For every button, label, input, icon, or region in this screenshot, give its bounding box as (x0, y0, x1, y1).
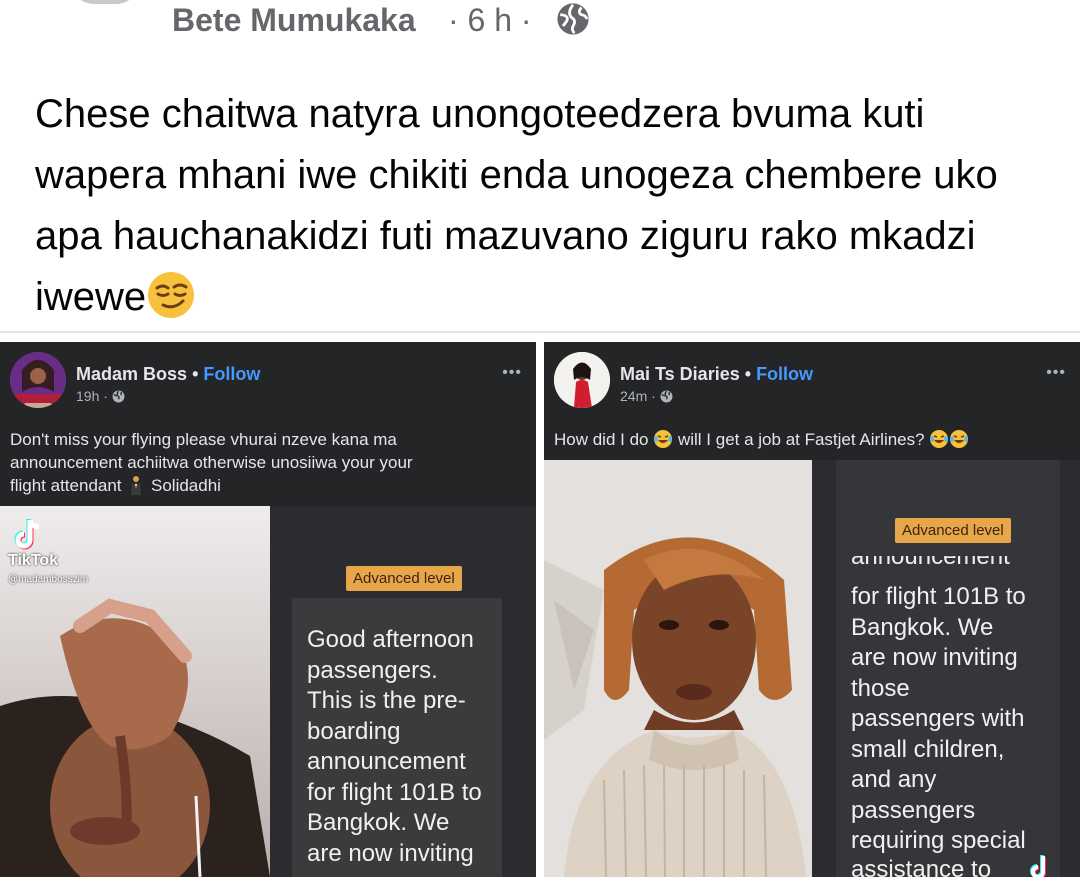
subtitle-line: Bangkok. We (307, 809, 450, 836)
post-timestamp[interactable]: · 6 h · (448, 2, 532, 39)
subtitle-line: and any (851, 766, 937, 793)
page-avatar[interactable] (10, 352, 66, 408)
caption-text: How did I do (554, 430, 649, 449)
post-text: Chese chaitwa natyra unongoteedzera bvum… (35, 84, 1055, 328)
tiktok-logo (14, 519, 40, 550)
globe-icon (660, 390, 673, 403)
subtitle-text: for flight 101B to Bangkok. We are now i… (851, 582, 1061, 857)
page-name-row: Mai Ts Diaries • Follow (620, 364, 813, 385)
level-badge: Advanced level (895, 518, 1011, 543)
caption-text: will I get a job at Fastjet Airlines? (677, 430, 925, 449)
level-badge: Advanced level (346, 566, 462, 591)
post-header: Bete Mumukaka · 6 h · (0, 0, 1080, 46)
video-player[interactable]: TikTok @madambosszim Advanced level Good… (0, 506, 536, 877)
subtitle-line: for flight 101B to (307, 778, 482, 806)
subtitle-line: are now inviting (851, 644, 1018, 671)
video-frame: TikTok @madambosszim (0, 506, 270, 877)
subtitle-line: are now inviting (307, 839, 474, 867)
subtitle-line: passengers. (307, 656, 438, 684)
tiktok-wordmark: TikTok (8, 552, 59, 569)
divider (0, 331, 1080, 333)
subtitle-line: those (851, 674, 910, 702)
globe-icon (557, 3, 589, 35)
subtitle-line: passengers (851, 796, 976, 824)
card-caption: Don't miss your flying please vhurai nze… (10, 428, 530, 497)
subtitle-line: announcement (307, 748, 466, 775)
woman-portrait-illustration (544, 460, 812, 877)
card-timestamp[interactable]: 24m · (620, 388, 656, 404)
subtitle-line: announcement (851, 556, 1010, 570)
subtitle-line: boarding (307, 717, 401, 745)
video-player[interactable]: Advanced level announcement for flight 1… (544, 460, 1080, 877)
globe-icon (112, 390, 125, 403)
card-time-row: 19h · (76, 388, 125, 404)
subtitle-line: small children, (851, 735, 1005, 763)
more-options-icon[interactable]: ••• (502, 364, 522, 382)
caption-line: Don't miss your flying please vhurai nze… (10, 430, 397, 449)
subtitle-line: for flight 101B to (851, 583, 1026, 610)
author-name[interactable]: Bete Mumukaka (172, 2, 416, 39)
subtitle-line: Good afternoon (307, 626, 474, 653)
person-in-suit-icon (131, 476, 142, 495)
subtitle-cut-bottom: assistance to (851, 856, 992, 877)
tiktok-handle: @madambosszim (8, 574, 89, 585)
follow-button[interactable]: Follow (756, 364, 813, 384)
subtitle-text: Good afternoon passengers. This is the p… (307, 625, 507, 869)
separator-dot: • (744, 364, 752, 384)
follow-button[interactable]: Follow (203, 364, 260, 384)
caption-line: flight attendant (10, 476, 122, 495)
laughing-tears-icon (950, 430, 969, 448)
page-name-row: Madam Boss • Follow (76, 364, 260, 385)
caption-name: Solidadhi (151, 476, 221, 495)
author-avatar[interactable] (70, 0, 140, 4)
card-caption: How did I do will I get a job at Fastjet… (554, 428, 1074, 451)
page-name[interactable]: Mai Ts Diaries (620, 364, 740, 384)
page-name[interactable]: Madam Boss (76, 364, 187, 384)
more-options-icon[interactable]: ••• (1046, 364, 1066, 382)
subtitle-cut-top: announcement (851, 556, 1011, 574)
subtitle-line: requiring special (851, 827, 1026, 854)
card-timestamp[interactable]: 19h · (76, 388, 108, 404)
caption-line: announcement achiitwa otherwise unosiiwa… (10, 453, 413, 472)
shared-post-card-madam-boss[interactable]: Madam Boss • Follow 19h · ••• Don't miss… (0, 342, 536, 877)
card-time-row: 24m · (620, 388, 673, 404)
smirking-face-icon (148, 272, 195, 318)
shared-post-card-mai-ts[interactable]: Mai Ts Diaries • Follow 24m · ••• How di… (544, 342, 1080, 877)
laughing-tears-icon (654, 430, 673, 448)
subtitle-line: Bangkok. We (851, 613, 994, 641)
subtitle-line: passengers with (851, 705, 1025, 732)
separator-dot: • (192, 364, 199, 384)
video-frame (544, 460, 812, 877)
laughing-tears-icon (930, 430, 949, 448)
subtitle-line: This is the pre- (307, 687, 466, 714)
page-avatar[interactable] (554, 352, 610, 408)
tiktok-logo (1030, 855, 1046, 877)
